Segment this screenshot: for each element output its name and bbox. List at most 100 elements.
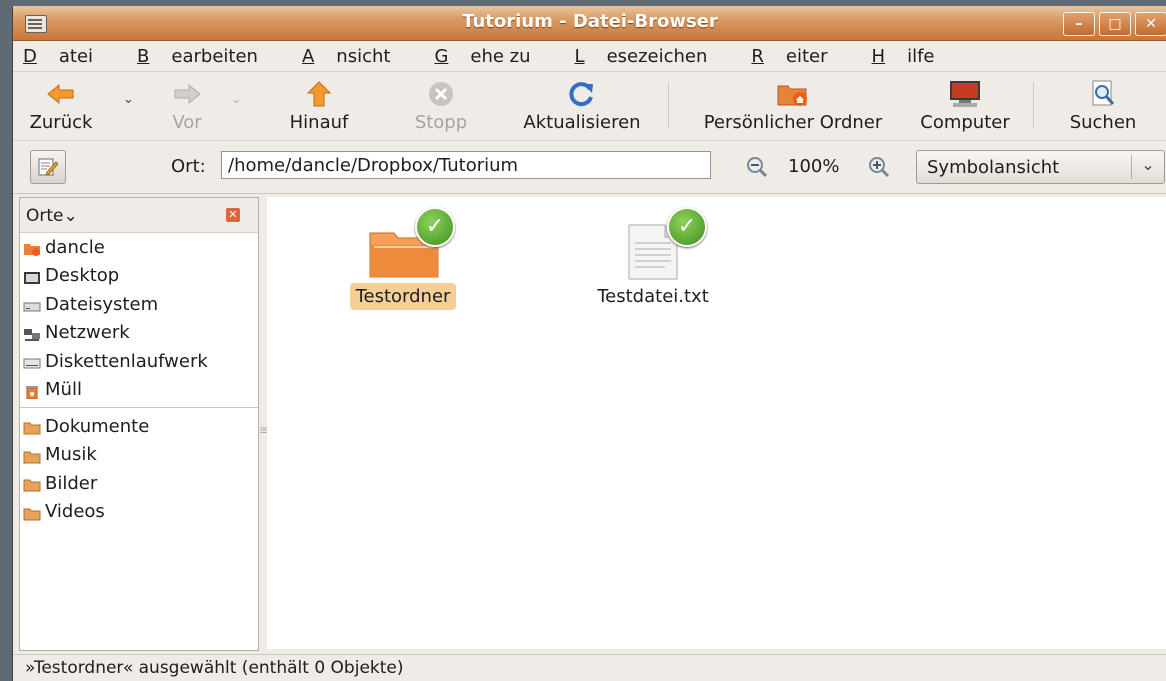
reload-label: Aktualisieren <box>523 112 641 133</box>
menu-bearbeiten-rest: earbeiten <box>171 45 258 67</box>
sidebar: Orte⌄ ✕ dancle Desktop Dateisystem Netzw… <box>19 197 259 651</box>
maximize-button[interactable]: □ <box>1099 12 1131 36</box>
up-arrow-icon <box>279 76 359 112</box>
text-file-icon <box>573 219 733 281</box>
location-label: Ort: <box>171 156 206 177</box>
trash-icon <box>23 383 41 400</box>
floppy-drive-icon <box>23 354 41 369</box>
sidebar-item-musik[interactable]: Musik <box>20 441 258 470</box>
sidebar-item-label: Bilder <box>45 472 98 494</box>
file-view[interactable]: ✓ Testordner ✓ Testdatei.txt <box>267 197 1166 649</box>
menu-datei-rest: atei <box>58 45 94 67</box>
sidebar-item-label: Dokumente <box>45 415 150 437</box>
back-label: Zurück <box>29 112 93 133</box>
toggle-path-entry-button[interactable] <box>30 150 66 184</box>
menu-gehe-zu-rest: ehe zu <box>470 45 531 67</box>
computer-button[interactable]: Computer <box>909 76 1021 133</box>
menu-lesezeichen[interactable]: Lesezeichen <box>575 46 730 67</box>
sync-ok-icon: ✓ <box>415 207 455 247</box>
menu-reiter-mnemonic: R <box>751 45 764 67</box>
menu-hilfe-mnemonic: H <box>871 45 886 67</box>
menu-lesezeichen-mnemonic: L <box>574 45 585 67</box>
folder-icon <box>23 448 41 464</box>
computer-icon <box>909 76 1021 112</box>
menu-ansicht[interactable]: Ansicht <box>302 46 412 67</box>
menu-gehe-zu-mnemonic: G <box>434 45 449 67</box>
file-item-folder[interactable]: ✓ Testordner <box>333 207 473 310</box>
forward-arrow-icon <box>157 76 217 112</box>
desktop-icon <box>23 269 41 284</box>
menu-ansicht-mnemonic: A <box>301 45 315 67</box>
sidebar-item-label: Dateisystem <box>45 293 159 315</box>
sidebar-item-bilder[interactable]: Bilder <box>20 469 258 498</box>
menu-gehe-zu[interactable]: Gehe zu <box>434 46 552 67</box>
menu-lesezeichen-rest: esezeichen <box>606 45 708 67</box>
folder-icon <box>23 505 41 521</box>
stop-icon <box>405 76 477 112</box>
menu-bearbeiten[interactable]: Bearbeiten <box>137 46 280 67</box>
sidebar-item-trash[interactable]: Müll <box>20 376 258 405</box>
sidebar-item-dokumente[interactable]: Dokumente <box>20 412 258 441</box>
sidebar-mode-select[interactable]: Orte⌄ <box>26 206 78 226</box>
sidebar-item-network[interactable]: Netzwerk <box>20 319 258 348</box>
sidebar-item-label: Desktop <box>45 265 120 287</box>
window-title: Tutorium - Datei-Browser <box>462 11 718 32</box>
home-folder-icon <box>686 76 900 112</box>
search-icon <box>1053 76 1153 112</box>
filesystem-icon <box>23 297 41 312</box>
window-controls: – □ ✕ <box>1063 12 1166 36</box>
menu-ansicht-rest: nsicht <box>336 45 391 67</box>
sidebar-close-icon[interactable]: ✕ <box>226 208 240 222</box>
sync-ok-icon: ✓ <box>667 207 707 247</box>
close-button[interactable]: ✕ <box>1135 12 1166 36</box>
reload-icon <box>507 76 657 112</box>
sidebar-header: Orte⌄ ✕ <box>20 198 258 233</box>
zoom-out-icon[interactable] <box>746 156 768 183</box>
zoom-in-icon[interactable] <box>868 156 890 183</box>
title-bar[interactable]: Tutorium - Datei-Browser – □ ✕ <box>13 6 1166 41</box>
toolbar: Zurück ⌄ Vor ⌄ Hinauf Stopp Aktualisiere… <box>13 72 1166 141</box>
sidebar-item-label: Netzwerk <box>45 322 130 344</box>
sidebar-item-desktop[interactable]: Desktop <box>20 262 258 291</box>
sidebar-item-label: Videos <box>45 501 105 523</box>
back-arrow-icon <box>21 76 101 112</box>
edit-note-icon <box>38 158 59 176</box>
folder-icon <box>23 476 41 492</box>
up-label: Hinauf <box>289 112 349 133</box>
sidebar-separator <box>20 407 258 408</box>
reload-button[interactable]: Aktualisieren <box>507 76 657 133</box>
sidebar-item-videos[interactable]: Videos <box>20 498 258 527</box>
zoom-level[interactable]: 100% <box>788 156 839 177</box>
minimize-button[interactable]: – <box>1063 12 1095 36</box>
folder-icon <box>23 419 41 435</box>
sidebar-item-filesystem[interactable]: Dateisystem <box>20 290 258 319</box>
menu-datei[interactable]: Datei <box>23 46 115 67</box>
forward-history-chevron-icon[interactable]: ⌄ <box>231 92 242 107</box>
stop-button[interactable]: Stopp <box>405 76 477 133</box>
computer-label: Computer <box>920 112 1010 133</box>
file-name: Testdatei.txt <box>597 286 709 307</box>
search-button[interactable]: Suchen <box>1053 76 1153 133</box>
up-button[interactable]: Hinauf <box>279 76 359 133</box>
sidebar-item-floppy[interactable]: Diskettenlaufwerk <box>20 347 258 376</box>
home-folder-label: Persönlicher Ordner <box>703 112 883 133</box>
sidebar-item-label: Diskettenlaufwerk <box>45 350 208 372</box>
location-input[interactable] <box>221 151 711 179</box>
forward-label: Vor <box>172 112 202 133</box>
menu-hilfe[interactable]: Hilfe <box>872 46 957 67</box>
places-list: dancle Desktop Dateisystem Netzwerk Disk… <box>20 233 258 526</box>
sidebar-item-dancle[interactable]: dancle <box>20 233 258 262</box>
back-history-chevron-icon[interactable]: ⌄ <box>123 92 134 107</box>
home-folder-button[interactable]: Persönlicher Ordner <box>686 76 900 133</box>
menu-bearbeiten-mnemonic: B <box>137 45 150 67</box>
menu-reiter[interactable]: Reiter <box>751 46 849 67</box>
forward-button[interactable]: Vor <box>157 76 217 133</box>
network-icon <box>23 326 41 341</box>
back-button[interactable]: Zurück <box>21 76 101 133</box>
file-item-text[interactable]: ✓ Testdatei.txt <box>573 207 733 310</box>
sidebar-item-label: Müll <box>45 379 82 401</box>
menu-bar: Datei Bearbeiten Ansicht Gehe zu Lesezei… <box>13 41 1166 72</box>
view-mode-select[interactable]: Symbolansicht ⌄ <box>916 150 1165 184</box>
sidebar-item-label: dancle <box>45 236 105 258</box>
status-text: »Testordner« ausgewählt (enthält 0 Objek… <box>25 658 404 678</box>
